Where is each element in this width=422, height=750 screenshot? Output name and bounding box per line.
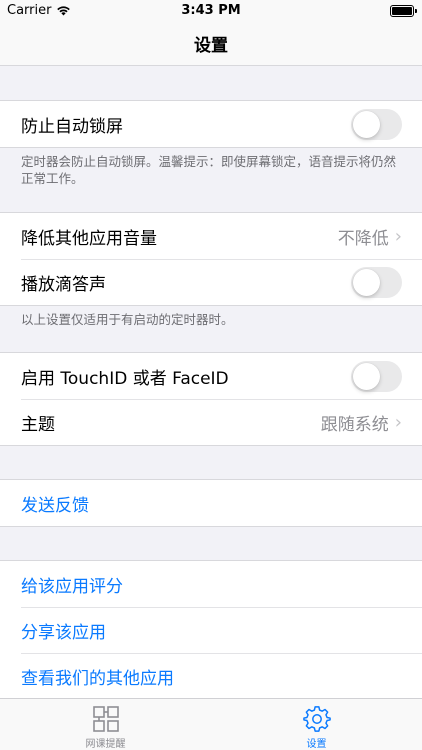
- share-app-label: 分享该应用: [21, 622, 106, 643]
- tick-sound-toggle[interactable]: [351, 266, 402, 298]
- setting-row-theme[interactable]: 主题 跟随系统 ›: [0, 399, 422, 445]
- tab-bar: 网课提醒 设置: [0, 698, 422, 750]
- setting-row-prevent-autolock: 防止自动锁屏: [0, 101, 422, 147]
- grid-icon: [92, 706, 119, 732]
- setting-row-biometric: 启用 TouchID 或者 FaceID: [0, 353, 422, 399]
- rate-app-link[interactable]: 给该应用评分: [0, 561, 422, 607]
- setting-row-duck-volume[interactable]: 降低其他应用音量 不降低 ›: [0, 213, 422, 259]
- theme-value: 跟随系统: [320, 414, 389, 435]
- rate-app-label: 给该应用评分: [21, 576, 123, 597]
- other-apps-label: 查看我们的其他应用: [21, 668, 174, 689]
- sound-settings-note: 以上设置仅适用于有启动的定时器时。: [21, 312, 234, 327]
- status-time: 3:43 PM: [181, 3, 241, 18]
- duck-volume-label: 降低其他应用音量: [21, 228, 157, 249]
- page-title: 设置: [194, 36, 228, 56]
- tick-sound-label: 播放滴答声: [21, 274, 106, 295]
- prevent-autolock-toggle[interactable]: [351, 108, 402, 140]
- gear-icon: [302, 706, 331, 732]
- settings-group-lock: 防止自动锁屏: [0, 100, 422, 148]
- send-feedback-link[interactable]: 发送反馈: [0, 480, 422, 526]
- tab-label: 网课提醒: [85, 739, 126, 750]
- battery-icon: [390, 5, 417, 17]
- duck-volume-value: 不降低: [337, 228, 389, 249]
- biometric-label: 启用 TouchID 或者 FaceID: [21, 368, 229, 389]
- setting-row-tick-sound: 播放滴答声: [0, 259, 422, 305]
- settings-group-feedback: 发送反馈: [0, 479, 422, 527]
- send-feedback-label: 发送反馈: [21, 495, 89, 516]
- prevent-autolock-label: 防止自动锁屏: [21, 116, 123, 137]
- settings-group-sound: 降低其他应用音量 不降低 › 播放滴答声: [0, 212, 422, 306]
- status-bar: Carrier 3:43 PM: [0, 0, 422, 22]
- theme-label: 主题: [21, 414, 55, 435]
- settings-group-app: 给该应用评分 分享该应用 查看我们的其他应用: [0, 560, 422, 700]
- settings-group-security: 启用 TouchID 或者 FaceID 主题 跟随系统 ›: [0, 352, 422, 446]
- prevent-autolock-note: 定时器会防止自动锁屏。温馨提示：即使屏幕锁定，语音提示将仍然正常工作。: [21, 154, 397, 186]
- chevron-right-icon: ›: [394, 411, 402, 433]
- navigation-bar: 设置: [0, 22, 422, 66]
- chevron-right-icon: ›: [394, 225, 402, 247]
- tab-class-reminder[interactable]: 网课提醒: [0, 699, 211, 750]
- biometric-toggle[interactable]: [351, 360, 402, 392]
- tab-label: 设置: [306, 739, 327, 750]
- share-app-link[interactable]: 分享该应用: [0, 607, 422, 653]
- other-apps-link[interactable]: 查看我们的其他应用: [0, 653, 422, 699]
- tab-settings[interactable]: 设置: [211, 699, 422, 750]
